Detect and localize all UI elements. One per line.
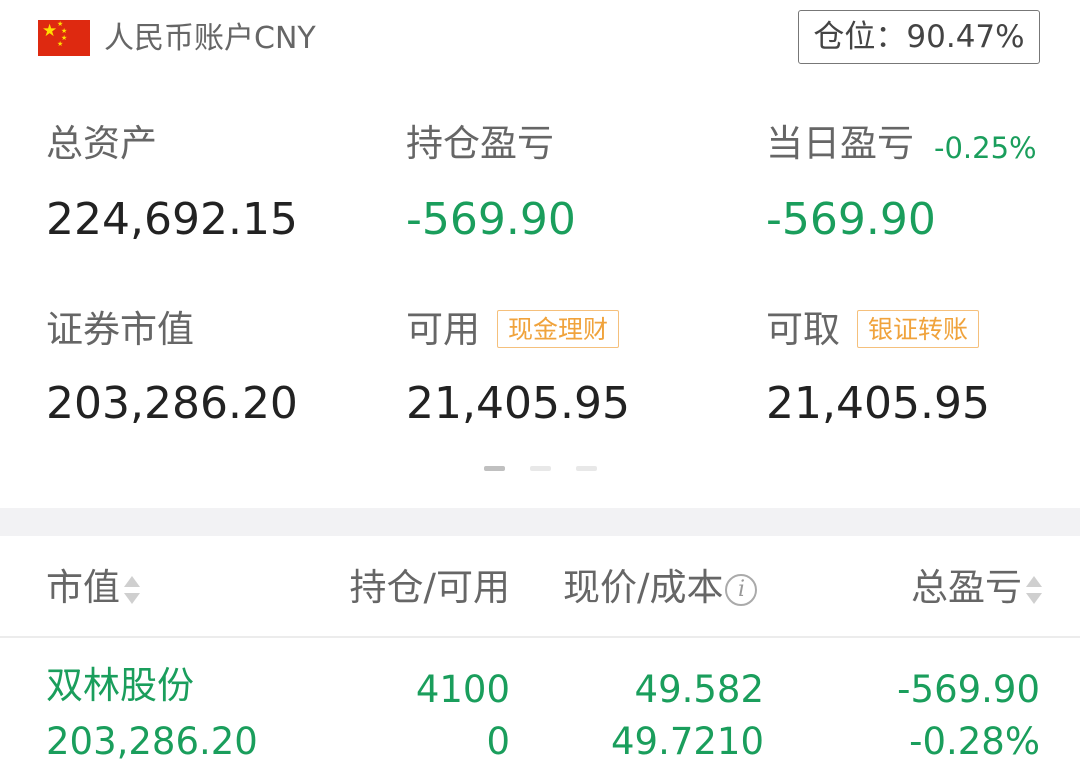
- row-total-pnl: -569.90: [897, 668, 1040, 711]
- pager-dot[interactable]: [530, 466, 551, 471]
- withdrawable-value: 21,405.95: [766, 378, 990, 429]
- bank-transfer-button[interactable]: 银证转账: [857, 310, 980, 348]
- market-value-header-label: 市值: [46, 566, 120, 609]
- position-ratio-badge[interactable]: 仓位：90.47%: [798, 10, 1040, 64]
- flag-small-star: ★: [57, 40, 64, 48]
- available-label: 可用: [406, 308, 480, 351]
- row-market-value: 203,286.20: [46, 720, 258, 763]
- securities-value-label: 证券市值: [46, 308, 194, 351]
- section-separator: [0, 508, 1080, 536]
- pager-dot[interactable]: [576, 466, 597, 471]
- holding-quantity: 4100: [415, 668, 510, 711]
- position-pnl-label: 持仓盈亏: [406, 122, 554, 165]
- table-row[interactable]: 双林股份 203,286.20 4100 0 49.582 49.7210 -5…: [0, 640, 1080, 780]
- available-value: 21,405.95: [406, 378, 630, 429]
- account-title[interactable]: 人民币账户CNY: [104, 18, 316, 60]
- current-price: 49.582: [634, 668, 764, 711]
- price-cost-header-label: 现价/成本: [563, 566, 724, 609]
- pager-dot[interactable]: [484, 466, 505, 471]
- total-pnl-column-header[interactable]: 总盈亏: [860, 566, 1044, 610]
- cash-management-button[interactable]: 现金理财: [497, 310, 620, 348]
- daily-pnl-percent: -0.25%: [934, 131, 1037, 165]
- withdrawable-label: 可取: [766, 308, 840, 351]
- total-assets-value: 224,692.15: [46, 194, 298, 245]
- china-flag-icon: ★ ★ ★ ★ ★: [38, 20, 90, 56]
- price-cost-column-header[interactable]: 现价/成本 i: [563, 566, 758, 610]
- position-pnl-value: -569.90: [406, 194, 576, 245]
- sort-icon: [1024, 572, 1044, 608]
- table-header-divider: [0, 636, 1080, 638]
- market-value-column-header[interactable]: 市值: [46, 566, 142, 610]
- daily-pnl-label: 当日盈亏: [766, 122, 914, 165]
- total-assets-label: 总资产: [46, 122, 157, 165]
- info-icon[interactable]: i: [725, 573, 758, 606]
- sort-icon: [122, 572, 142, 608]
- flag-big-star: ★: [42, 21, 58, 41]
- cost-price: 49.7210: [610, 720, 764, 763]
- daily-pnl-value: -569.90: [766, 194, 936, 245]
- total-pnl-header-label: 总盈亏: [911, 566, 1022, 609]
- stock-name: 双林股份: [46, 664, 194, 707]
- holding-available-column-header: 持仓/可用: [349, 566, 510, 609]
- row-total-pnl-percent: -0.28%: [909, 720, 1040, 763]
- securities-value-amount: 203,286.20: [46, 378, 298, 429]
- available-quantity: 0: [486, 720, 510, 763]
